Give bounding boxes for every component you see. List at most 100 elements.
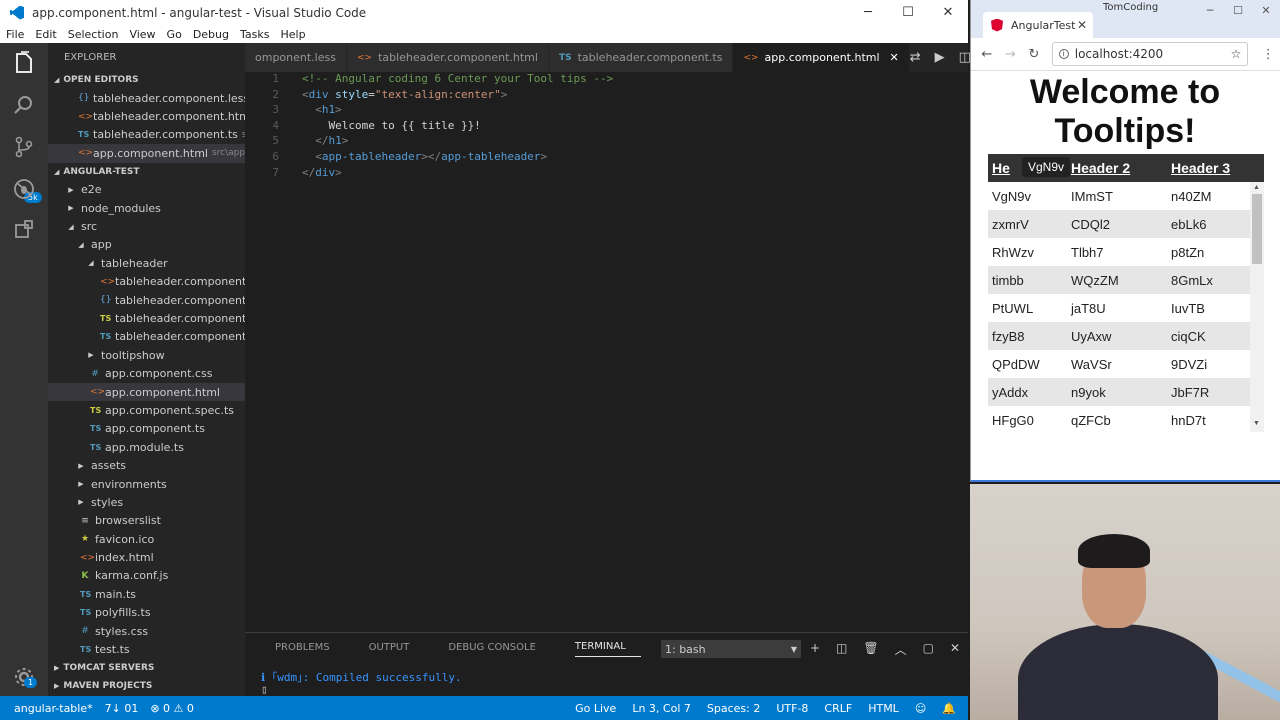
eol-status[interactable]: CRLF <box>824 702 852 715</box>
table-cell[interactable]: yAddx <box>988 385 1071 400</box>
encoding-status[interactable]: UTF-8 <box>776 702 808 715</box>
table-cell[interactable]: JbF7R <box>1171 385 1250 400</box>
table-cell[interactable]: 8GmLx <box>1171 273 1250 288</box>
table-cell[interactable]: WQzZM <box>1071 273 1171 288</box>
tree-file[interactable]: # app.component.css <box>48 364 245 382</box>
tree-file[interactable]: TS app.component.ts <box>48 420 245 438</box>
tab-output[interactable]: OUTPUT <box>345 642 425 653</box>
debug-icon[interactable] <box>12 177 36 201</box>
menu-help[interactable]: Help <box>274 28 310 41</box>
tree-file[interactable]: TStableheader.component.ts <box>48 328 245 346</box>
terminal-select[interactable]: 1: bash ▼ <box>661 640 801 658</box>
tree-folder[interactable]: ▶ environments <box>48 475 245 493</box>
maven-projects-section[interactable]: ▶ MAVEN PROJECTS <box>48 677 245 695</box>
forward-icon[interactable]: → <box>999 47 1023 62</box>
table-cell[interactable]: QPdDW <box>988 357 1071 372</box>
tree-file[interactable]: # styles.css <box>48 622 245 640</box>
table-cell[interactable]: ebLk6 <box>1171 217 1250 232</box>
table-cell[interactable]: qZFCb <box>1071 413 1171 428</box>
open-changes-icon[interactable]: ⇄ <box>910 50 921 65</box>
info-icon[interactable]: i <box>1058 49 1069 59</box>
search-icon[interactable] <box>12 93 36 117</box>
menu-edit[interactable]: Edit <box>29 28 61 41</box>
tree-file[interactable]: ≡ browserslist <box>48 512 245 530</box>
menu-debug[interactable]: Debug <box>187 28 234 41</box>
header-2[interactable]: Header 2 <box>1071 160 1171 176</box>
tab-tableheader-html[interactable]: <> tableheader.component.html <box>346 43 549 72</box>
tree-file[interactable]: {}tableheader.component.less <box>48 291 245 309</box>
menu-go[interactable]: Go <box>161 28 187 41</box>
language-status[interactable]: HTML <box>868 702 899 715</box>
tab-tableheader-ts[interactable]: TS tableheader.component.ts <box>548 43 734 72</box>
add-terminal-icon[interactable]: + <box>810 641 820 658</box>
code-editor[interactable]: 1 <!-- Angular coding 6 Center your Tool … <box>245 72 968 632</box>
notifications-bell-icon[interactable]: 🔔 <box>942 702 956 715</box>
problems-status[interactable]: ⊗ 0 ⚠ 0 <box>150 702 194 715</box>
close-icon[interactable]: ✕ <box>928 0 968 25</box>
table-cell[interactable]: VgN9v <box>988 189 1071 204</box>
tree-file[interactable]: <> app.component.html <box>48 382 245 402</box>
table-cell[interactable]: Tlbh7 <box>1071 245 1171 260</box>
table-cell[interactable]: timbb <box>988 273 1071 288</box>
split-terminal-icon[interactable]: ◫ <box>836 641 847 658</box>
indentation-status[interactable]: Spaces: 2 <box>707 702 760 715</box>
table-cell[interactable]: 9DVZi <box>1171 357 1250 372</box>
trash-icon[interactable]: 🗑 <box>863 641 878 658</box>
table-cell[interactable]: fzyB8 <box>988 329 1071 344</box>
table-cell[interactable]: PtUWL <box>988 301 1071 316</box>
menu-tasks[interactable]: Tasks <box>234 28 274 41</box>
table-cell[interactable]: hnD7t <box>1171 413 1250 428</box>
chevron-up-icon[interactable]: ︿ <box>895 641 907 658</box>
address-bar[interactable]: i localhost:4200 ☆ <box>1051 42 1249 66</box>
tree-file[interactable]: TS polyfills.ts <box>48 604 245 622</box>
cursor-position[interactable]: Ln 3, Col 7 <box>632 702 691 715</box>
tree-file[interactable]: TS app.component.spec.ts <box>48 401 245 419</box>
browser-tab[interactable]: AngularTest ✕ <box>983 12 1093 38</box>
table-scrollbar[interactable]: ▲ ▼ <box>1250 182 1264 432</box>
open-editor-item[interactable]: TStableheader.component.tssrc... <box>48 126 245 144</box>
sync-status[interactable]: 7↓ 01 <box>105 702 139 715</box>
scroll-down-icon[interactable]: ▼ <box>1253 420 1260 427</box>
table-cell[interactable]: n9yok <box>1071 385 1171 400</box>
close-tab-icon[interactable]: ✕ <box>890 51 899 64</box>
open-editor-item[interactable]: {}tableheader.component.lesss... <box>48 89 245 107</box>
maximize-icon[interactable]: ☐ <box>1224 4 1252 17</box>
project-header[interactable]: ◢ ANGULAR-TEST <box>48 163 245 181</box>
scrollbar-thumb[interactable] <box>1252 194 1262 264</box>
tab-tableheader-less[interactable]: omponent.less <box>245 43 347 72</box>
table-cell[interactable]: n40ZM <box>1171 189 1250 204</box>
extensions-icon[interactable] <box>12 217 36 241</box>
source-control-icon[interactable] <box>12 135 36 159</box>
tree-file[interactable]: <> index.html <box>48 548 245 566</box>
maximize-icon[interactable]: ☐ <box>888 0 928 25</box>
menu-file[interactable]: File <box>0 28 29 41</box>
tree-folder[interactable]: ▶ tooltipshow <box>48 346 245 364</box>
open-editors-header[interactable]: ◢ OPEN EDITORS <box>48 71 245 89</box>
files-icon[interactable] <box>12 51 36 75</box>
minimize-icon[interactable]: ─ <box>848 0 888 25</box>
tree-folder[interactable]: ▶ styles <box>48 493 245 511</box>
tree-folder[interactable]: ◢ src <box>48 217 245 235</box>
tree-file[interactable]: TS main.ts <box>48 585 245 603</box>
table-cell[interactable]: HFgG0 <box>988 413 1071 428</box>
table-cell[interactable]: WaVSr <box>1071 357 1171 372</box>
tree-file[interactable]: TS test.ts <box>48 640 245 658</box>
branch-status[interactable]: angular-table* <box>14 702 93 715</box>
menu-view[interactable]: View <box>123 28 160 41</box>
close-tab-icon[interactable]: ✕ <box>1077 18 1087 32</box>
tree-file[interactable]: <>tableheader.component.html <box>48 273 245 291</box>
run-icon[interactable]: ▶ <box>935 50 945 65</box>
table-cell[interactable]: ciqCK <box>1171 329 1250 344</box>
close-panel-icon[interactable]: ✕ <box>950 641 960 658</box>
open-editor-item[interactable]: <> app.component.html src\app <box>48 144 245 163</box>
table-cell[interactable]: RhWzv <box>988 245 1071 260</box>
scroll-up-icon[interactable]: ▲ <box>1253 184 1260 191</box>
tree-file[interactable]: ★ favicon.ico <box>48 530 245 548</box>
maximize-panel-icon[interactable]: ▢ <box>923 641 934 658</box>
open-editor-item[interactable]: <>tableheader.component.html... <box>48 107 245 125</box>
tree-folder[interactable]: ▶ e2e <box>48 181 245 199</box>
tree-folder[interactable]: ◢ tableheader <box>48 254 245 272</box>
table-cell[interactable]: UyAxw <box>1071 329 1171 344</box>
bookmark-star-icon[interactable]: ☆ <box>1231 47 1242 61</box>
table-cell[interactable]: zxmrV <box>988 217 1071 232</box>
